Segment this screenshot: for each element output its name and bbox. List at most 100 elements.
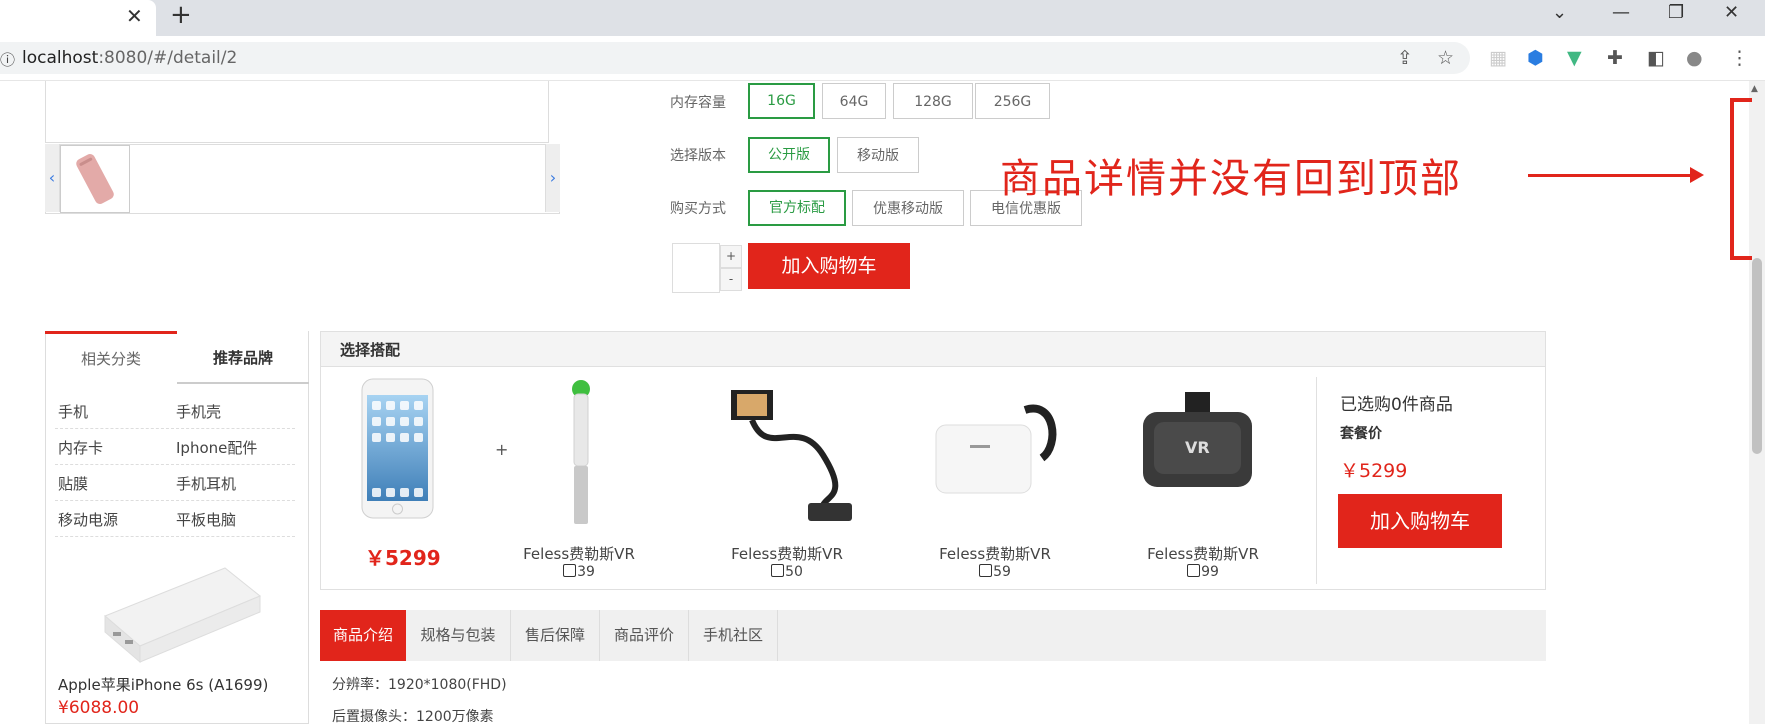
accessory-price: 50 [785,564,803,580]
category-item[interactable]: 手机壳 [176,401,221,422]
scroll-up-arrow-icon[interactable]: ▲ [1751,84,1758,94]
combo-price: ￥5299 [1340,460,1408,482]
bundle-divider [1316,377,1317,584]
combo-price-label: 套餐价 [1340,426,1382,442]
vr-headset-black-image[interactable]: VR [1140,390,1255,499]
version-option-mobile[interactable]: 移动版 [837,137,919,173]
product-main-image-area [45,81,549,143]
category-item[interactable]: 手机耳机 [176,473,236,494]
product-thumbnail[interactable] [60,145,130,213]
accessory-option[interactable]: 39 [494,564,664,580]
url-host: localhost [22,48,99,68]
accessory-name: Feless费勒斯VR [523,545,635,563]
vue-devtools-icon[interactable]: ▼ [1567,47,1582,69]
quantity-plus-button[interactable]: + [720,245,742,268]
category-item[interactable]: 手机 [58,401,88,422]
tab-specs-packaging[interactable]: 规格与包装 [406,610,511,661]
annotation-arrow-head [1690,167,1704,183]
extensions-puzzle-icon[interactable]: ✚ [1607,47,1623,69]
accessory-price: 39 [577,564,595,580]
version-option-public[interactable]: 公开版 [748,137,830,173]
category-divider [55,500,295,501]
accessory-name: Feless费勒斯VR [939,545,1051,563]
phone-holder-image[interactable] [728,385,858,529]
accessory-name: Feless费勒斯VR [1147,545,1259,563]
bundle-plus-sign: + [495,440,509,459]
main-phone-image[interactable] [360,377,435,524]
category-item[interactable]: 移动电源 [58,509,118,530]
profile-avatar-icon[interactable]: ● [1686,47,1703,69]
memory-option-64g[interactable]: 64G [822,83,886,119]
memory-option-256g[interactable]: 256G [975,83,1050,119]
spec-resolution: 分辨率：1920*1080(FHD) [332,677,507,693]
tab-after-sales[interactable]: 售后保障 [511,610,600,661]
accessory-price: 59 [993,564,1011,580]
version-label: 选择版本 [670,148,726,164]
share-icon[interactable]: ⇪ [1397,47,1413,69]
close-tab-icon[interactable]: ✕ [126,4,143,28]
tab-recommended-brands[interactable]: 推荐品牌 [177,334,309,384]
tab-community[interactable]: 手机社区 [689,610,778,661]
usb-light-image[interactable] [566,380,596,529]
quantity-minus-button[interactable]: - [720,268,742,291]
category-divider [55,536,295,537]
memory-option-128g[interactable]: 128G [893,83,973,119]
accessory-price: 99 [1201,564,1219,580]
annotation-bracket [1730,98,1752,260]
annotation-arrow [1528,174,1693,177]
category-divider [55,428,295,429]
vr-headset-white-image[interactable] [930,390,1060,509]
restore-icon[interactable]: ❐ [1668,2,1684,23]
accessory-checkbox[interactable] [563,564,577,577]
tab-search-chevron-icon[interactable]: ⌄ [1552,2,1567,23]
scrollbar-thumb[interactable] [1752,258,1762,454]
memory-option-16g[interactable]: 16G [748,83,815,119]
category-item[interactable]: 内存卡 [58,437,103,458]
memory-label: 内存容量 [670,95,726,111]
accessory-checkbox[interactable] [1187,564,1201,577]
selected-count-text: 已选购0件商品 [1340,395,1453,415]
accessory-option[interactable]: 59 [910,564,1080,580]
sidebar-product-name[interactable]: Apple苹果iPhone 6s (A1699) [58,674,268,695]
bundle-title: 选择搭配 [340,341,401,359]
bookmark-star-icon[interactable]: ☆ [1437,47,1454,69]
thumb-next-chevron-icon[interactable]: › [545,144,560,212]
tab-product-intro[interactable]: 商品介绍 [320,610,406,661]
extension-icon[interactable]: ▦ [1489,47,1507,69]
quantity-input[interactable] [672,243,720,293]
purchase-option-mobile-discount[interactable]: 优惠移动版 [852,190,964,226]
new-tab-button[interactable]: + [170,0,192,30]
power-bank-image[interactable] [95,558,265,672]
minimize-icon[interactable]: — [1612,2,1630,23]
svg-text:VR: VR [1185,438,1210,457]
tab-related-categories[interactable]: 相关分类 [45,331,177,386]
menu-dots-icon[interactable]: ⋮ [1730,47,1749,69]
spec-rear-camera: 后置摄像头：1200万像素 [332,709,494,725]
accessory-name: Feless费勒斯VR [731,545,843,563]
sidebar-product-price: ¥6088.00 [58,698,140,718]
category-item[interactable]: 平板电脑 [176,509,236,530]
accessory-option[interactable]: 50 [702,564,872,580]
category-item[interactable]: Iphone配件 [176,437,257,458]
annotation-text: 商品详情并没有回到顶部 [1000,156,1462,202]
purchase-label: 购买方式 [670,201,726,217]
category-item[interactable]: 贴膜 [58,473,88,494]
window-close-icon[interactable]: ✕ [1724,2,1739,23]
accessory-checkbox[interactable] [979,564,993,577]
url-path: :8080/#/detail/2 [98,48,238,68]
category-divider [55,464,295,465]
side-panel-icon[interactable]: ◧ [1647,47,1665,69]
main-product-price: ￥5299 [365,546,441,570]
bundle-add-to-cart-button[interactable]: 加入购物车 [1338,494,1502,548]
thumb-prev-chevron-icon[interactable]: ‹ [45,144,60,212]
add-to-cart-button[interactable]: 加入购物车 [748,243,910,289]
extension-shield-icon[interactable]: ⬢ [1527,47,1544,69]
tab-strip [0,0,1765,36]
bundle-header [321,332,1545,367]
purchase-option-official[interactable]: 官方标配 [748,190,846,226]
tab-reviews[interactable]: 商品评价 [600,610,689,661]
site-info-icon[interactable]: ⓘ [0,49,15,70]
accessory-option[interactable]: 99 [1118,564,1288,580]
url-text[interactable]: localhost:8080/#/detail/2 [22,48,237,68]
accessory-checkbox[interactable] [771,564,785,577]
